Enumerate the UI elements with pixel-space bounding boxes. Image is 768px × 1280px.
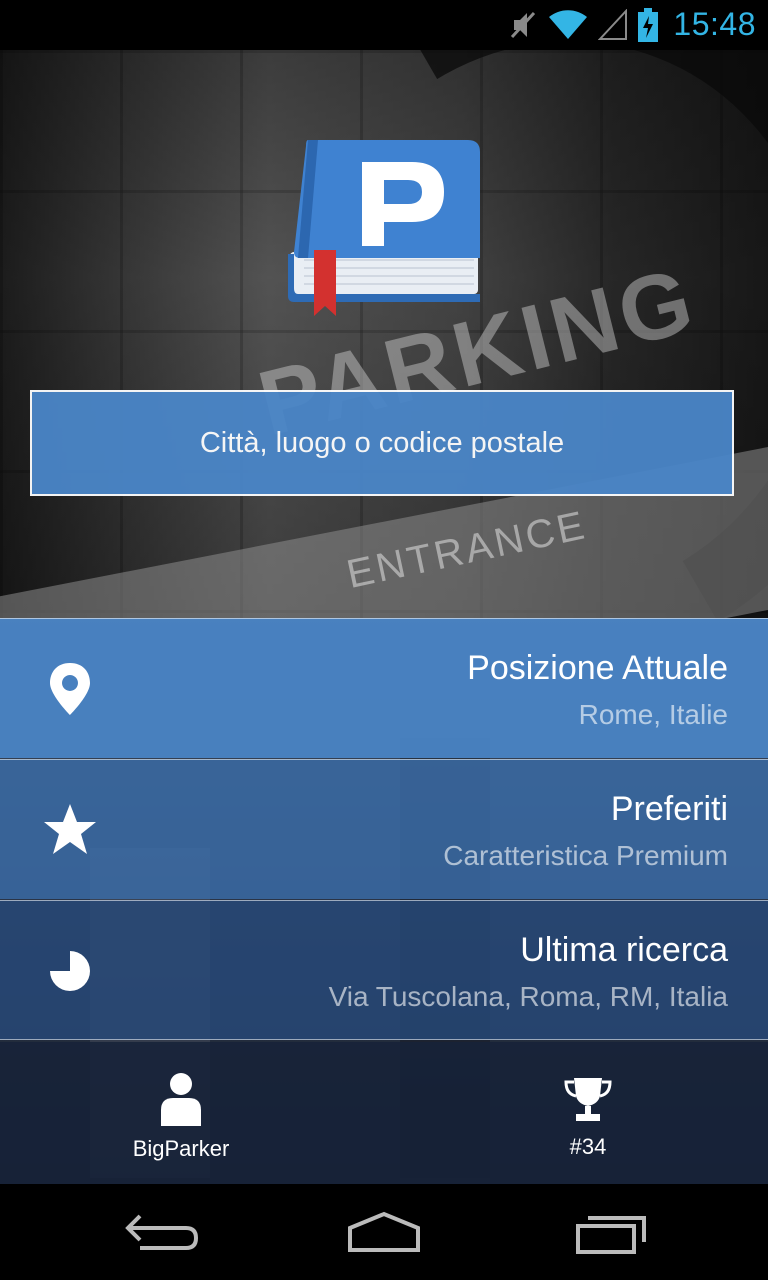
user-name-label: BigParker [132, 1136, 230, 1161]
menu-item-last-search[interactable]: Ultima ricerca Via Tuscolana, Roma, RM, … [0, 900, 768, 1040]
bottom-bar: BigParker #34 [0, 1042, 768, 1184]
ranking-button[interactable]: #34 [488, 1042, 688, 1184]
star-icon [44, 804, 96, 854]
signal-icon [598, 9, 627, 40]
status-icons [508, 8, 658, 42]
trophy-icon [564, 1078, 612, 1121]
menu-item-subtitle: Rome, Italie [578, 699, 728, 730]
history-pie-icon [50, 951, 90, 991]
menu-item-favorites[interactable]: Preferiti Caratteristica Premium [0, 759, 768, 899]
status-bar: 15:48 [0, 0, 768, 50]
menu-item-title: Posizione Attuale [467, 649, 728, 687]
menu-item-title: Ultima ricerca [520, 931, 728, 969]
menu-item-subtitle: Via Tuscolana, Roma, RM, Italia [328, 981, 728, 1012]
mute-icon [510, 11, 536, 39]
menu-item-title: Preferiti [610, 790, 728, 828]
battery-charging-icon [638, 8, 658, 42]
back-icon[interactable] [110, 1206, 210, 1258]
user-profile-button[interactable]: BigParker [81, 1042, 281, 1184]
navigation-bar [0, 1184, 768, 1280]
home-icon[interactable] [334, 1206, 434, 1258]
clock: 15:48 [673, 6, 756, 42]
menu-item-current-position[interactable]: Posizione Attuale Rome, Italie [0, 618, 768, 758]
rank-label: #34 [569, 1134, 607, 1159]
recent-apps-icon[interactable] [560, 1206, 660, 1258]
hero-background: PARKING ENTRANCE Città, luogo o codice p… [0, 50, 768, 618]
menu-section: Posizione Attuale Rome, Italie Preferiti… [0, 618, 768, 1184]
wifi-icon [549, 10, 587, 40]
location-pin-icon [50, 663, 90, 715]
user-icon [161, 1073, 201, 1126]
search-input[interactable]: Città, luogo o codice postale [30, 390, 734, 496]
app-logo-book-icon [288, 140, 480, 316]
menu-item-subtitle: Caratteristica Premium [443, 840, 728, 871]
